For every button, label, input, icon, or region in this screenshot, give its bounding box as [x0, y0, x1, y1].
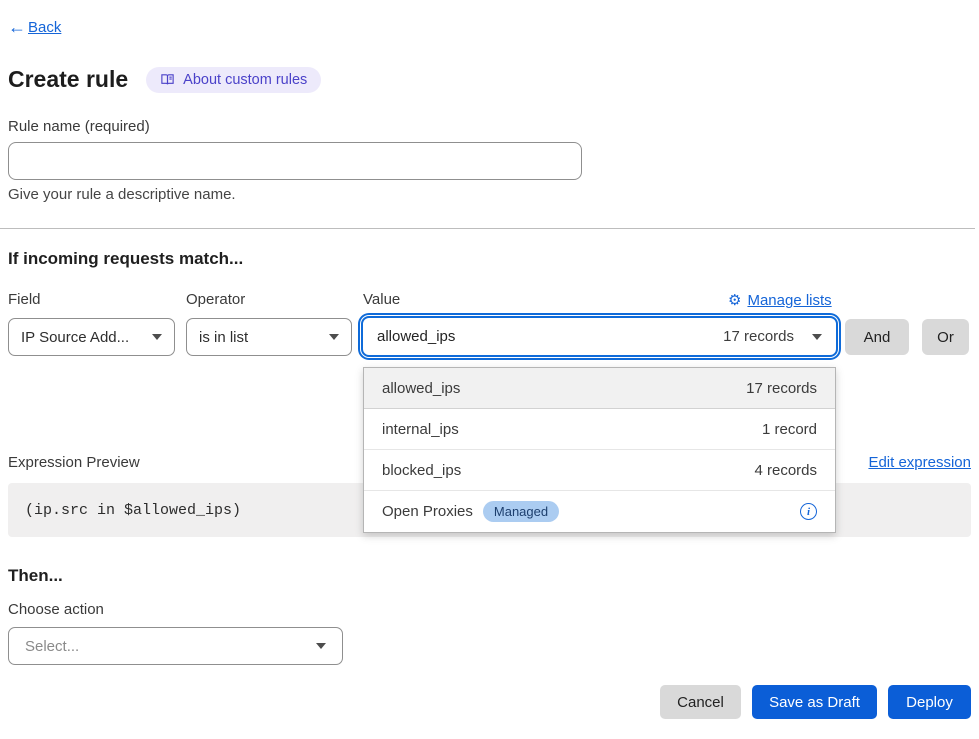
match-heading: If incoming requests match...: [8, 249, 243, 269]
list-item-records: 17 records: [746, 380, 817, 397]
gear-icon: ⚙: [728, 291, 741, 309]
about-custom-rules-badge[interactable]: About custom rules: [146, 67, 321, 93]
info-icon[interactable]: i: [800, 503, 817, 520]
save-as-draft-button[interactable]: Save as Draft: [752, 685, 877, 719]
or-button[interactable]: Or: [922, 319, 969, 355]
cancel-button[interactable]: Cancel: [660, 685, 741, 719]
list-item-name: allowed_ips: [382, 380, 460, 397]
back-arrow-icon: ←: [8, 17, 26, 38]
manage-lists-link[interactable]: ⚙ Manage lists: [728, 291, 832, 309]
managed-badge: Managed: [483, 501, 559, 522]
field-select-value: IP Source Add...: [21, 329, 129, 346]
operator-label: Operator: [186, 291, 245, 308]
list-item-name: blocked_ips: [382, 462, 461, 479]
list-item-name: internal_ips: [382, 421, 459, 438]
field-select[interactable]: IP Source Add...: [8, 318, 175, 356]
manage-lists-label[interactable]: Manage lists: [747, 292, 831, 309]
choose-action-label: Choose action: [8, 601, 104, 618]
list-item-open-proxies[interactable]: Open Proxies Managed i: [364, 491, 835, 532]
chevron-down-icon: [316, 643, 326, 649]
operator-select-value: is in list: [199, 329, 248, 346]
field-label: Field: [8, 291, 41, 308]
rule-name-helper: Give your rule a descriptive name.: [8, 186, 236, 203]
value-combobox[interactable]: allowed_ips 17 records: [361, 316, 838, 357]
section-divider: [0, 228, 975, 229]
value-label: Value: [363, 291, 400, 308]
expression-preview-label: Expression Preview: [8, 454, 140, 471]
and-button[interactable]: And: [845, 319, 909, 355]
action-select-placeholder: Select...: [25, 638, 79, 655]
chevron-down-icon: [152, 334, 162, 340]
list-dropdown: allowed_ips 17 records internal_ips 1 re…: [363, 367, 836, 533]
then-heading: Then...: [8, 566, 63, 586]
title-row: Create rule About custom rules: [8, 66, 321, 93]
page-title: Create rule: [8, 66, 128, 93]
value-selected: allowed_ips: [377, 328, 455, 345]
list-item-allowed-ips[interactable]: allowed_ips 17 records: [364, 368, 835, 409]
back-link[interactable]: ←Back: [8, 17, 61, 38]
back-link-label[interactable]: Back: [28, 19, 61, 36]
create-rule-page: ←Back Create rule About custom rules Rul…: [0, 0, 979, 739]
operator-select[interactable]: is in list: [186, 318, 352, 356]
chevron-down-icon: [812, 334, 822, 340]
list-item-records: 4 records: [754, 462, 817, 479]
action-select[interactable]: Select...: [8, 627, 343, 665]
rule-name-input[interactable]: [8, 142, 582, 180]
rule-name-label: Rule name (required): [8, 118, 150, 135]
chevron-down-icon: [329, 334, 339, 340]
about-badge-label: About custom rules: [183, 72, 307, 88]
deploy-button[interactable]: Deploy: [888, 685, 971, 719]
book-icon: [160, 72, 175, 87]
list-item-blocked-ips[interactable]: blocked_ips 4 records: [364, 450, 835, 491]
list-item-records: 1 record: [762, 421, 817, 438]
list-item-internal-ips[interactable]: internal_ips 1 record: [364, 409, 835, 450]
value-records-count: 17 records: [723, 328, 794, 345]
edit-expression-link[interactable]: Edit expression: [868, 454, 971, 471]
list-item-name: Open Proxies: [382, 503, 473, 520]
expression-code: (ip.src in $allowed_ips): [25, 502, 241, 519]
